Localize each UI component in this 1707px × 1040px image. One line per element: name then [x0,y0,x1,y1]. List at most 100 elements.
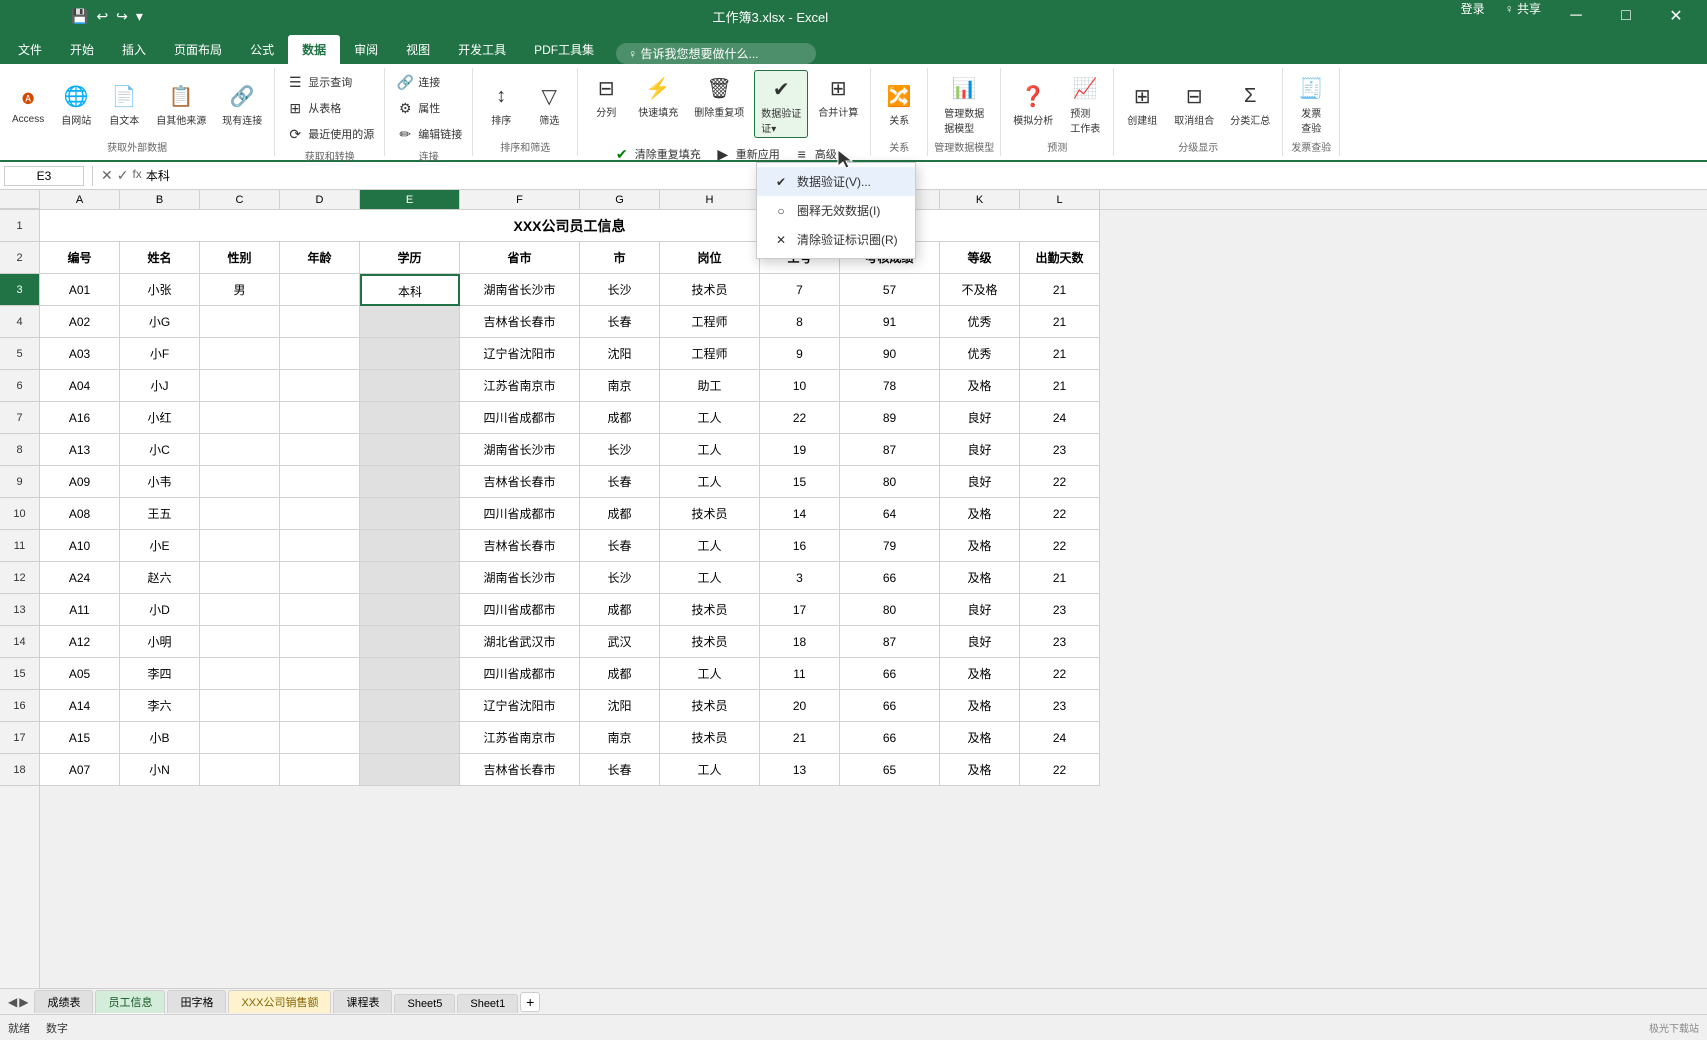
row-num-13[interactable]: 13 [0,594,39,626]
next-sheet-btn[interactable]: ▶ [19,995,28,1009]
cell-r13-c8[interactable]: 17 [760,594,840,626]
cell-r9-c11[interactable]: 22 [1020,466,1100,498]
prev-sheet-btn[interactable]: ◀ [8,995,17,1009]
edit-links-btn[interactable]: ✏ 编辑链接 [391,122,466,146]
cell-r4-c8[interactable]: 8 [760,306,840,338]
header-市[interactable]: 市 [580,242,660,274]
del-dup-btn[interactable]: 🗑 删除重复项 [688,70,750,138]
sort-btn[interactable]: ↕ 排序 [479,78,523,129]
merge-calc-btn[interactable]: ⊞ 合并计算 [812,70,864,138]
cell-r10-c4[interactable] [360,498,460,530]
cell-r12-c9[interactable]: 66 [840,562,940,594]
cell-r17-c2[interactable] [200,722,280,754]
cell-r13-c1[interactable]: 小D [120,594,200,626]
cell-r7-c2[interactable] [200,402,280,434]
cell-r7-c1[interactable]: 小红 [120,402,200,434]
cell-r11-c3[interactable] [280,530,360,562]
cell-r5-c0[interactable]: A03 [40,338,120,370]
cell-r17-c8[interactable]: 21 [760,722,840,754]
cell-r12-c5[interactable]: 湖南省长沙市 [460,562,580,594]
cell-r16-c0[interactable]: A14 [40,690,120,722]
header-等级[interactable]: 等级 [940,242,1020,274]
cell-r3-c8[interactable]: 7 [760,274,840,306]
cell-r15-c2[interactable] [200,658,280,690]
cell-r7-c10[interactable]: 良好 [940,402,1020,434]
cell-r15-c5[interactable]: 四川省成都市 [460,658,580,690]
ribbon-tab-开始[interactable]: 开始 [56,35,108,64]
cell-r7-c3[interactable] [280,402,360,434]
cell-r4-c4[interactable] [360,306,460,338]
header-年龄[interactable]: 年龄 [280,242,360,274]
cell-r13-c4[interactable] [360,594,460,626]
cell-r3-c4[interactable]: 本科 [360,274,460,306]
cell-r3-c6[interactable]: 长沙 [580,274,660,306]
cell-r15-c4[interactable] [360,658,460,690]
row-num-17[interactable]: 17 [0,722,39,754]
subtotal-btn[interactable]: Σ 分类汇总 [1224,78,1276,129]
cell-r8-c10[interactable]: 良好 [940,434,1020,466]
cell-r15-c6[interactable]: 成都 [580,658,660,690]
cell-r17-c7[interactable]: 技术员 [660,722,760,754]
cell-r13-c2[interactable] [200,594,280,626]
cell-r7-c7[interactable]: 工人 [660,402,760,434]
cell-r14-c1[interactable]: 小明 [120,626,200,658]
cell-r7-c4[interactable] [360,402,460,434]
cell-r6-c11[interactable]: 21 [1020,370,1100,402]
cell-r14-c10[interactable]: 良好 [940,626,1020,658]
header-姓名[interactable]: 姓名 [120,242,200,274]
col-header-H[interactable]: H [660,190,760,209]
sheet-tab-田字格[interactable]: 田字格 [167,990,226,1013]
cell-r17-c5[interactable]: 江苏省南京市 [460,722,580,754]
row-num-8[interactable]: 8 [0,434,39,466]
cell-r16-c8[interactable]: 20 [760,690,840,722]
cell-r5-c8[interactable]: 9 [760,338,840,370]
ribbon-tab-插入[interactable]: 插入 [108,35,160,64]
header-省市[interactable]: 省市 [460,242,580,274]
cell-r15-c8[interactable]: 11 [760,658,840,690]
ribbon-tab-PDF工具集[interactable]: PDF工具集 [520,35,608,64]
cell-r17-c0[interactable]: A15 [40,722,120,754]
minimize-btn[interactable]: ─ [1553,0,1599,32]
col-header-A[interactable]: A [40,190,120,209]
cell-r9-c10[interactable]: 良好 [940,466,1020,498]
cell-r4-c0[interactable]: A02 [40,306,120,338]
cell-r17-c3[interactable] [280,722,360,754]
ribbon-tab-开发工具[interactable]: 开发工具 [444,35,520,64]
cell-r6-c1[interactable]: 小J [120,370,200,402]
sheet-tab-Sheet1[interactable]: Sheet1 [457,994,518,1013]
cell-r18-c11[interactable]: 22 [1020,754,1100,786]
share-btn[interactable]: ♀ 共享 [1497,0,1549,32]
cell-r5-c7[interactable]: 工程师 [660,338,760,370]
row-num-7[interactable]: 7 [0,402,39,434]
from-table-btn[interactable]: ⊞ 从表格 [281,96,345,120]
dropdown-item-2[interactable]: ✕清除验证标识圈(R) [757,225,915,254]
sheet-tab-课程表[interactable]: 课程表 [333,990,392,1013]
col-header-L[interactable]: L [1020,190,1100,209]
cell-r12-c7[interactable]: 工人 [660,562,760,594]
row-num-10[interactable]: 10 [0,498,39,530]
cell-r6-c0[interactable]: A04 [40,370,120,402]
cell-r18-c3[interactable] [280,754,360,786]
cell-r18-c2[interactable] [200,754,280,786]
ribbon-tab-数据[interactable]: 数据 [288,35,340,64]
ribbon-tab-文件[interactable]: 文件 [4,35,56,64]
cell-r10-c7[interactable]: 技术员 [660,498,760,530]
cell-r12-c2[interactable] [200,562,280,594]
cell-r10-c2[interactable] [200,498,280,530]
cell-r4-c5[interactable]: 吉林省长春市 [460,306,580,338]
cell-r6-c2[interactable] [200,370,280,402]
cell-r9-c3[interactable] [280,466,360,498]
insert-function-icon[interactable]: fx [132,167,141,184]
cell-r16-c7[interactable]: 技术员 [660,690,760,722]
cell-r5-c5[interactable]: 辽宁省沈阳市 [460,338,580,370]
cell-r16-c9[interactable]: 66 [840,690,940,722]
cell-r12-c10[interactable]: 及格 [940,562,1020,594]
cell-r12-c6[interactable]: 长沙 [580,562,660,594]
cell-r14-c5[interactable]: 湖北省武汉市 [460,626,580,658]
what-if-btn[interactable]: ❓ 模拟分析 [1007,78,1059,129]
cell-r13-c3[interactable] [280,594,360,626]
cell-r11-c2[interactable] [200,530,280,562]
cell-r18-c9[interactable]: 65 [840,754,940,786]
cell-r8-c5[interactable]: 湖南省长沙市 [460,434,580,466]
confirm-formula-icon[interactable]: ✓ [117,167,129,184]
